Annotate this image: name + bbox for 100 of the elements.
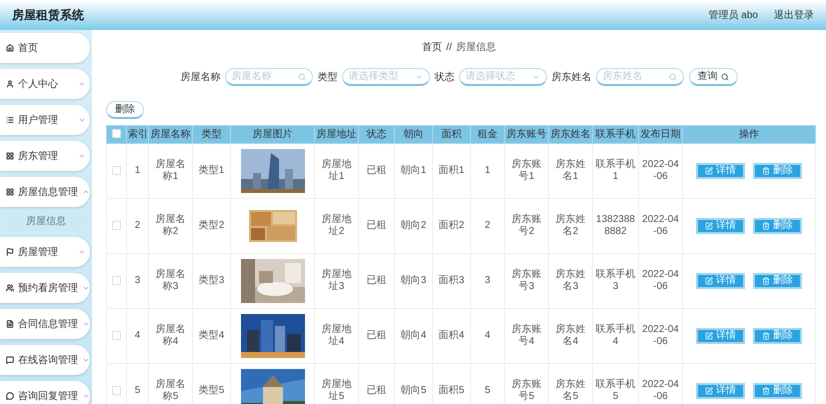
- table-cell: 房东账号1: [504, 144, 548, 198]
- sidebar-item[interactable]: 房屋管理: [0, 237, 90, 267]
- breadcrumb-separator: //: [446, 40, 452, 54]
- column-header: 房屋地址: [314, 126, 358, 144]
- column-header: 房东姓名: [548, 126, 592, 144]
- table-cell: 房屋地址1: [314, 144, 358, 198]
- table-cell: 房屋名称2: [148, 198, 192, 254]
- table-cell: 房屋名称4: [148, 308, 192, 364]
- table-cell: 2022-04-06: [638, 254, 682, 308]
- column-header: 面积: [432, 126, 470, 144]
- table-cell: 4: [470, 308, 504, 364]
- table-cell: 房东账号3: [504, 254, 548, 308]
- table-cell: 4: [126, 308, 148, 364]
- table-cell: 已租: [358, 308, 394, 364]
- logout-link[interactable]: 退出登录: [774, 8, 814, 22]
- table-cell: 面积4: [432, 308, 470, 364]
- table-cell: 已租: [358, 144, 394, 198]
- filter-label: 房东姓名: [552, 70, 592, 84]
- trash-icon: [762, 222, 770, 230]
- sidebar-item[interactable]: 用户管理: [0, 105, 90, 135]
- filter-input[interactable]: 房东姓名: [602, 69, 668, 84]
- flag-icon: [6, 248, 14, 256]
- search-icon: [668, 72, 676, 80]
- chevron-icon: [82, 320, 90, 328]
- table-cell: 2: [126, 198, 148, 254]
- search-icon: [720, 72, 728, 80]
- checkbox[interactable]: [112, 166, 121, 175]
- table-cell: 类型3: [192, 254, 230, 308]
- checkbox[interactable]: [112, 386, 121, 395]
- column-header: 联系手机: [592, 126, 638, 144]
- table-cell: 朝向2: [394, 198, 432, 254]
- chevron-icon: [82, 392, 90, 400]
- document-icon: [6, 320, 14, 328]
- table-cell: 房东姓名2: [548, 198, 592, 254]
- column-header: 索引: [126, 126, 148, 144]
- table-cell: 联系手机4: [592, 308, 638, 364]
- table-cell: 类型1: [192, 144, 230, 198]
- sidebar-item[interactable]: 个人中心: [0, 69, 90, 99]
- table-cell: 3: [470, 254, 504, 308]
- edit-icon: [705, 277, 713, 285]
- table-cell: 面积3: [432, 254, 470, 308]
- table-cell: 房屋地址4: [314, 308, 358, 364]
- input-field[interactable]: 房东姓名: [596, 68, 684, 86]
- trash-icon: [762, 167, 770, 175]
- breadcrumb-item[interactable]: 首页: [422, 40, 442, 54]
- filter-input[interactable]: 请选择类型: [348, 69, 414, 84]
- table-cell: 类型4: [192, 308, 230, 364]
- filter-input[interactable]: 房屋名称: [232, 69, 298, 84]
- filter-input[interactable]: 请选择状态: [466, 69, 532, 84]
- table-cell: 2022-04-06: [638, 308, 682, 364]
- column-header: 发布日期: [638, 126, 682, 144]
- user-name: 管理员 abo: [708, 8, 758, 22]
- breadcrumb-item: 房屋信息: [456, 40, 496, 54]
- sidebar-item[interactable]: 首页: [0, 33, 90, 63]
- checkbox[interactable]: [112, 129, 121, 138]
- table-cell: 朝向4: [394, 308, 432, 364]
- checkbox[interactable]: [112, 220, 121, 230]
- checkbox[interactable]: [112, 330, 121, 340]
- edit-icon: [705, 222, 713, 230]
- sidebar-item[interactable]: 房东管理: [0, 141, 90, 171]
- table-cell: 2022-04-06: [638, 144, 682, 198]
- delete-button[interactable]: 删除: [106, 101, 144, 119]
- sidebar-item[interactable]: 咨询回复管理: [0, 381, 90, 404]
- chevron-icon: [82, 284, 90, 292]
- sidebar-item[interactable]: 预约看房管理: [0, 273, 90, 303]
- table-cell: 联系手机3: [592, 254, 638, 308]
- sidebar-item[interactable]: 合同信息管理: [0, 309, 90, 339]
- trash-icon: [762, 387, 770, 395]
- sidebar-item[interactable]: 在线咨询管理: [0, 345, 90, 375]
- app-title: 房屋租赁系统: [12, 7, 84, 24]
- edit-icon: [705, 167, 713, 175]
- table-cell: 2022-04-06: [638, 198, 682, 254]
- column-header: 房东账号: [504, 126, 548, 144]
- list-icon: [6, 116, 14, 124]
- table-cell: 房屋地址3: [314, 254, 358, 308]
- edit-icon: [705, 387, 713, 395]
- table-cell: 3: [126, 254, 148, 308]
- chat-icon: [6, 356, 14, 364]
- table-cell: 房屋名称3: [148, 254, 192, 308]
- search-button[interactable]: 查询: [688, 68, 738, 86]
- select-field[interactable]: 请选择状态: [458, 68, 546, 86]
- table-cell: 已租: [358, 198, 394, 254]
- table-cell: 房东账号2: [504, 198, 548, 254]
- trash-icon: [762, 332, 770, 340]
- column-header: 状态: [358, 126, 394, 144]
- checkbox[interactable]: [112, 276, 121, 285]
- column-header: 朝向: [394, 126, 432, 144]
- people-icon: [6, 284, 14, 292]
- column-header: 房屋名称: [148, 126, 192, 144]
- table-cell: 朝向1: [394, 144, 432, 198]
- input-field[interactable]: 房屋名称: [224, 68, 312, 86]
- grid-icon: [6, 188, 14, 196]
- filter-label: 房屋名称: [180, 70, 220, 84]
- sidebar-item[interactable]: 房屋信息管理: [0, 177, 90, 207]
- select-field[interactable]: 请选择类型: [342, 68, 430, 86]
- table-cell: 2: [470, 198, 504, 254]
- table-cell: 房东姓名1: [548, 144, 592, 198]
- column-header: 租金: [470, 126, 504, 144]
- table-cell: 房东姓名3: [548, 254, 592, 308]
- table-cell: 联系手机1: [592, 144, 638, 198]
